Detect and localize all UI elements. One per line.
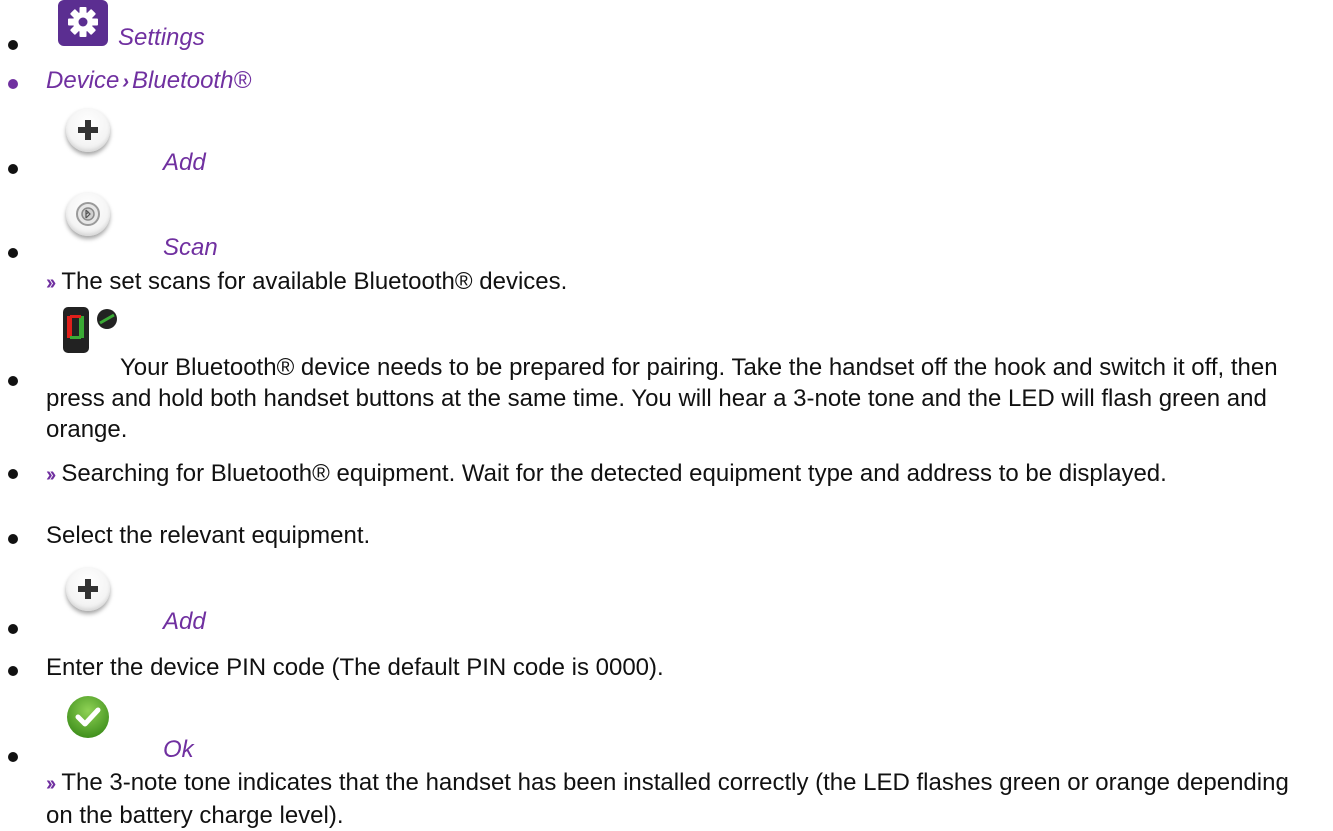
bullet [8, 752, 18, 762]
plus-icon [78, 579, 98, 599]
bluetooth-handset-icon [63, 307, 117, 353]
add-label: Add [163, 608, 206, 635]
plus-icon [78, 120, 98, 140]
scan-result: ›› The set scans for available Bluetooth®… [46, 268, 568, 295]
bullet [8, 534, 18, 544]
prepare-text: Your Bluetooth® device needs to be prepa… [46, 354, 1278, 443]
bullet [8, 248, 18, 258]
checkmark-icon [67, 696, 109, 738]
bullet [8, 40, 18, 50]
add-label: Add [163, 149, 206, 176]
ok-result: ›› The 3-note tone indicates that the han… [46, 769, 1289, 829]
bullet [8, 79, 18, 89]
add-button[interactable] [66, 567, 110, 611]
bullet [8, 376, 18, 386]
chevron-right-icon: › [122, 71, 130, 93]
double-chevron-icon: ›› [46, 272, 56, 294]
scan-button[interactable] [66, 192, 110, 236]
double-chevron-icon: ›› [46, 773, 56, 795]
ok-label: Ok [163, 736, 194, 763]
pin-text: Enter the device PIN code (The default P… [46, 654, 664, 681]
double-chevron-icon: ›› [46, 464, 56, 486]
searching-text: ›› Searching for Bluetooth® equipment. Wa… [46, 460, 1167, 487]
gear-icon [58, 0, 108, 46]
scan-label: Scan [163, 234, 218, 261]
bullet [8, 666, 18, 676]
settings-button[interactable] [58, 0, 108, 53]
bullet [8, 164, 18, 174]
add-button[interactable] [66, 108, 110, 152]
breadcrumb: Device › Bluetooth® [46, 67, 251, 95]
breadcrumb-bluetooth: Bluetooth® [132, 67, 252, 94]
breadcrumb-device: Device [46, 67, 120, 94]
settings-label: Settings [118, 24, 205, 51]
select-text: Select the relevant equipment. [46, 522, 371, 549]
bullet [8, 469, 18, 479]
scan-icon [76, 202, 100, 226]
ok-button[interactable] [66, 695, 110, 746]
bullet [8, 624, 18, 634]
